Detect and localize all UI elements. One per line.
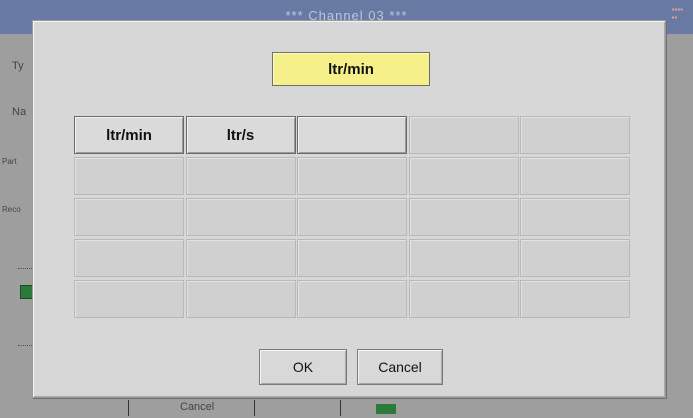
unit-option-button xyxy=(74,198,184,236)
unit-option-button xyxy=(297,280,407,318)
unit-option-button xyxy=(520,157,630,195)
background-bottom-bar: Cancel xyxy=(0,398,693,418)
unit-option-button xyxy=(520,116,630,154)
background-label-name: Na xyxy=(12,106,27,118)
cancel-button[interactable]: Cancel xyxy=(357,349,443,385)
unit-option-button xyxy=(185,239,296,277)
unit-option-button xyxy=(408,239,519,277)
unit-option-button xyxy=(520,198,630,236)
unit-option-button xyxy=(408,116,519,154)
unit-option-button[interactable] xyxy=(297,116,407,154)
unit-option-button xyxy=(185,280,296,318)
unit-option-button xyxy=(74,239,184,277)
background-separator xyxy=(128,400,129,416)
unit-option-button xyxy=(297,239,407,277)
background-cancel-label: Cancel xyxy=(180,401,215,413)
unit-option-button xyxy=(408,157,519,195)
unit-option-button xyxy=(520,280,630,318)
status-indicator-icon: ▪▪▪▪ ▪▪ xyxy=(671,5,683,22)
unit-option-button xyxy=(185,157,296,195)
unit-option-button xyxy=(408,280,519,318)
unit-grid: ltr/min ltr/s xyxy=(74,116,630,318)
unit-option-button xyxy=(74,280,184,318)
unit-option-button xyxy=(185,198,296,236)
background-label-record: Reco xyxy=(2,205,21,214)
background-separator xyxy=(340,400,341,416)
unit-option-button xyxy=(297,198,407,236)
unit-option-button xyxy=(520,239,630,277)
background-separator xyxy=(254,400,255,416)
unit-option-button xyxy=(408,198,519,236)
background-label-part: Part xyxy=(2,157,17,166)
selected-unit-display: ltr/min xyxy=(272,52,430,86)
unit-option-button[interactable]: ltr/s xyxy=(185,116,296,154)
unit-selection-dialog: ltr/min ltr/min ltr/s OK Cancel xyxy=(32,20,666,398)
ok-button[interactable]: OK xyxy=(259,349,347,385)
unit-option-button xyxy=(74,157,184,195)
background-label-type: Ty xyxy=(12,60,24,72)
unit-option-button[interactable]: ltr/min xyxy=(74,116,184,154)
unit-option-button xyxy=(297,157,407,195)
background-indicator-icon xyxy=(376,404,396,414)
